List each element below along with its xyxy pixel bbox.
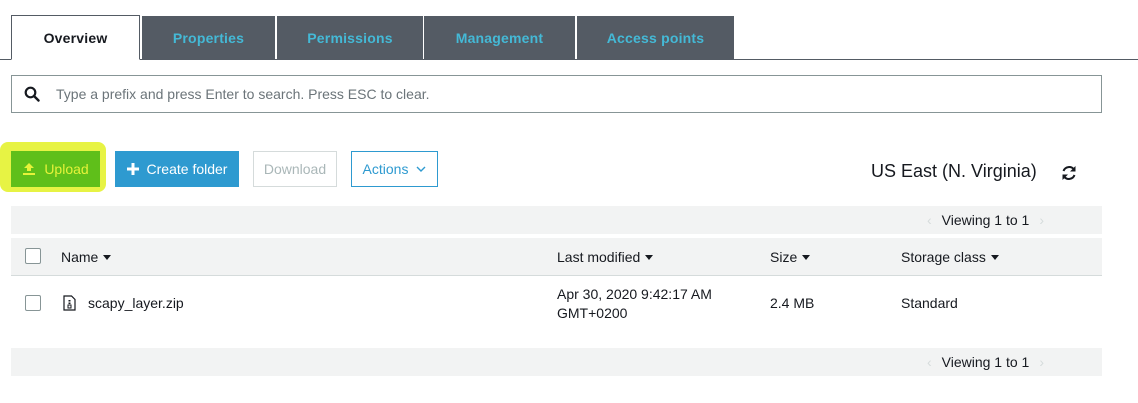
- tab-permissions[interactable]: Permissions: [277, 16, 423, 59]
- upload-button[interactable]: Upload: [11, 151, 100, 187]
- tab-overview[interactable]: Overview: [11, 15, 140, 60]
- last-modified-timezone: GMT+0200: [557, 305, 628, 321]
- chevron-right-icon[interactable]: ›: [1039, 212, 1044, 228]
- sort-down-icon: [990, 254, 999, 260]
- file-name-link[interactable]: scapy_layer.zip: [88, 295, 184, 311]
- last-modified-date: Apr 30, 2020 9:42:17 AM: [557, 286, 712, 302]
- search-icon: [12, 76, 52, 112]
- chevron-down-icon: [416, 166, 426, 172]
- pagination-top: ‹ Viewing 1 to 1 ›: [11, 206, 1102, 234]
- refresh-icon[interactable]: [1060, 164, 1078, 182]
- create-folder-label: Create folder: [146, 161, 228, 177]
- actions-dropdown[interactable]: Actions: [351, 151, 438, 187]
- tab-bar-divider: [0, 59, 1138, 60]
- tab-bar: Overview Properties Permissions Manageme…: [0, 0, 1138, 60]
- search-input[interactable]: [56, 79, 1056, 109]
- row-checkbox[interactable]: [25, 295, 41, 311]
- upload-label: Upload: [44, 161, 89, 177]
- sort-down-icon: [103, 254, 112, 260]
- tab-properties[interactable]: Properties: [142, 16, 275, 59]
- create-folder-button[interactable]: Create folder: [115, 151, 239, 187]
- upload-icon: [22, 162, 36, 176]
- plus-icon: [126, 163, 139, 175]
- column-size[interactable]: Size: [770, 249, 811, 265]
- column-storage-class-label: Storage class: [901, 249, 986, 265]
- column-size-label: Size: [770, 249, 798, 265]
- pagination-label: Viewing 1 to 1: [941, 354, 1030, 370]
- actions-label: Actions: [362, 161, 409, 177]
- column-name-label: Name: [61, 249, 99, 265]
- column-name[interactable]: Name: [61, 249, 112, 265]
- download-button[interactable]: Download: [253, 151, 337, 187]
- pagination-label: Viewing 1 to 1: [941, 212, 1030, 228]
- search-box: [11, 75, 1102, 113]
- select-all-checkbox[interactable]: [25, 248, 41, 264]
- region-label: US East (N. Virginia): [871, 161, 1037, 181]
- download-label: Download: [263, 161, 327, 177]
- column-last-modified[interactable]: Last modified: [557, 249, 654, 265]
- sort-down-icon: [645, 254, 654, 260]
- column-last-modified-label: Last modified: [557, 249, 641, 265]
- chevron-left-icon[interactable]: ‹: [927, 212, 932, 228]
- tab-management[interactable]: Management: [424, 16, 575, 59]
- table-header: Name Last modified Size Storage class: [11, 238, 1102, 276]
- chevron-left-icon[interactable]: ‹: [927, 354, 932, 370]
- storage-class-value: Standard: [901, 295, 958, 311]
- chevron-right-icon[interactable]: ›: [1039, 354, 1044, 370]
- tab-access-points[interactable]: Access points: [577, 16, 734, 59]
- pagination-bottom: ‹ Viewing 1 to 1 ›: [11, 348, 1102, 376]
- zip-file-icon: [63, 295, 76, 314]
- file-size: 2.4 MB: [770, 295, 815, 311]
- sort-down-icon: [802, 254, 811, 260]
- column-storage-class[interactable]: Storage class: [901, 249, 999, 265]
- table-row[interactable]: scapy_layer.zip Apr 30, 2020 9:42:17 AM …: [11, 277, 1102, 331]
